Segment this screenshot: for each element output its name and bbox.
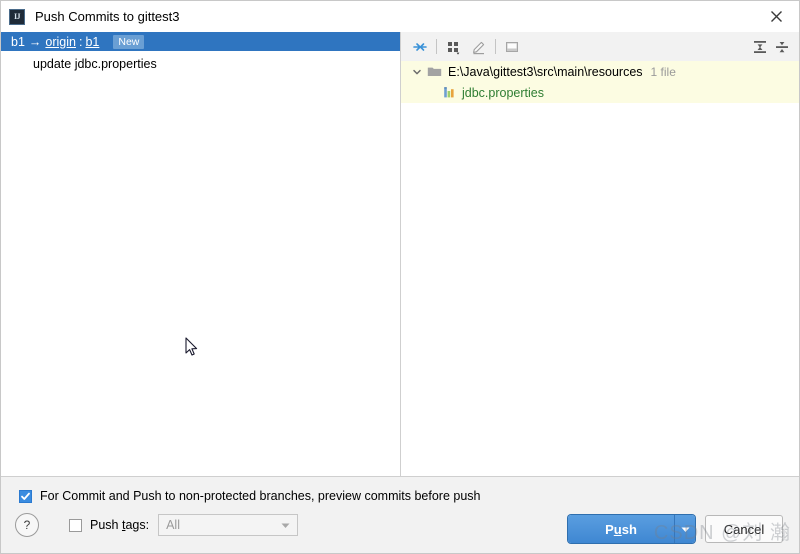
chevron-down-icon[interactable]	[409, 67, 425, 77]
push-tags-checkbox[interactable]	[69, 518, 82, 532]
push-button[interactable]: Pu sh	[568, 515, 674, 543]
chevron-down-icon	[281, 515, 290, 535]
push-dropdown-arrow[interactable]	[674, 515, 695, 543]
mouse-cursor	[185, 337, 199, 360]
commits-list-panel[interactable]: b1 → origin : b1 New update jdbc.propert…	[1, 32, 400, 476]
tree-row-directory[interactable]: E:\Java\gittest3\src\main\resources 1 fi…	[401, 61, 799, 82]
group-by-icon[interactable]	[442, 36, 468, 58]
changes-toolbar	[401, 32, 799, 61]
toolbar-separator	[436, 39, 437, 54]
preview-diff-icon	[501, 36, 523, 58]
push-split-button[interactable]: Pu sh	[568, 515, 695, 543]
help-button[interactable]: ?	[15, 513, 39, 537]
intellij-idea-icon: IJ	[9, 8, 25, 25]
dialog-body: b1 → origin : b1 New update jdbc.propert…	[1, 32, 799, 476]
expand-all-icon[interactable]	[749, 36, 771, 58]
title-bar: IJ Push Commits to gittest3	[1, 1, 799, 32]
file-name: jdbc.properties	[462, 85, 544, 100]
dialog-title: Push Commits to gittest3	[35, 9, 180, 24]
push-commits-dialog: IJ Push Commits to gittest3 b1 → origin …	[0, 0, 800, 554]
folder-icon	[427, 65, 442, 78]
commit-message: update jdbc.properties	[33, 57, 157, 71]
close-icon[interactable]	[753, 1, 799, 32]
source-branch-label: b1	[11, 34, 25, 49]
preview-commits-checkbox[interactable]	[19, 489, 32, 503]
cancel-button[interactable]: Cancel	[705, 515, 783, 543]
edit-source-icon	[468, 36, 490, 58]
commit-row[interactable]: update jdbc.properties	[1, 54, 400, 74]
toolbar-separator-2	[495, 39, 496, 54]
target-branch-link[interactable]: b1	[85, 35, 99, 49]
remote-link[interactable]: origin	[45, 35, 76, 49]
push-tags-label: Push tags:	[90, 518, 150, 532]
push-target-row[interactable]: b1 → origin : b1 New	[1, 32, 400, 51]
tree-row-file[interactable]: jdbc.properties	[401, 82, 799, 103]
directory-path: E:\Java\gittest3\src\main\resources	[448, 64, 643, 79]
changed-files-panel: E:\Java\gittest3\src\main\resources 1 fi…	[401, 32, 799, 476]
push-tags-select[interactable]: All	[158, 514, 299, 536]
push-tags-value: All	[166, 518, 180, 532]
separator-colon: :	[78, 34, 83, 49]
dialog-footer: For Commit and Push to non-protected bra…	[1, 476, 799, 553]
show-diff-icon[interactable]	[409, 36, 431, 58]
action-buttons: Pu sh Cancel	[568, 515, 783, 543]
preview-commits-label: For Commit and Push to non-protected bra…	[40, 489, 481, 503]
file-count-label: 1 file	[650, 64, 676, 79]
status-badge: New	[113, 34, 145, 49]
changed-files-tree[interactable]: E:\Java\gittest3\src\main\resources 1 fi…	[401, 61, 799, 476]
preview-option-row: For Commit and Push to non-protected bra…	[1, 477, 799, 503]
arrow-icon: →	[28, 34, 42, 49]
properties-file-icon	[443, 86, 457, 100]
collapse-all-icon[interactable]	[771, 36, 793, 58]
